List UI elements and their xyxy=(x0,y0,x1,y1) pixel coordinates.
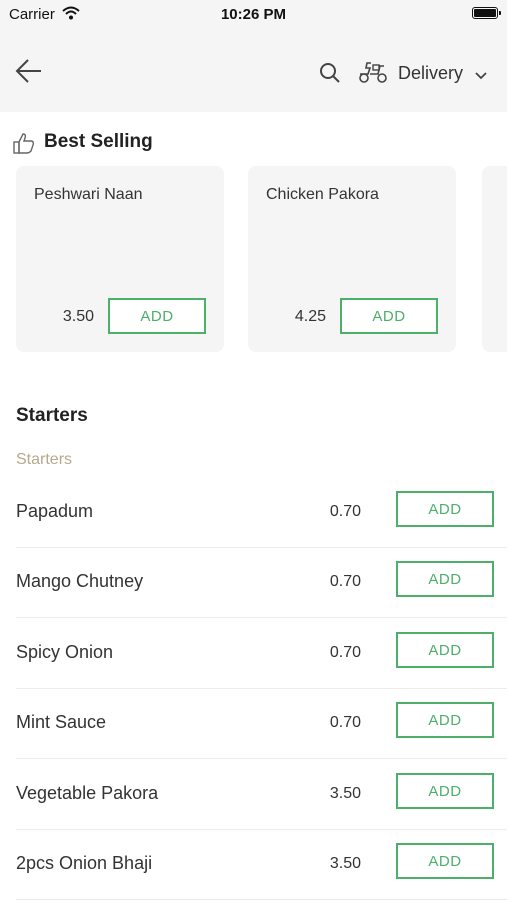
add-button[interactable]: ADD xyxy=(340,298,438,334)
menu-item-name: 2pcs Onion Bhaji xyxy=(16,853,153,873)
menu-item-price: 0.70 xyxy=(329,644,361,661)
menu-item-name: Vegetable Pakora xyxy=(16,783,159,803)
product-card[interactable]: Chicken Pakora 4.25 ADD xyxy=(248,166,456,352)
add-button[interactable]: ADD xyxy=(396,843,494,879)
product-card[interactable]: Peshwari Naan 3.50 ADD xyxy=(16,166,224,352)
top-nav-bar: Delivery xyxy=(0,30,507,112)
product-price: 4.25 xyxy=(294,308,326,325)
menu-item-name: Spicy Onion xyxy=(16,642,114,662)
search-icon[interactable] xyxy=(319,62,341,84)
product-price: 3.50 xyxy=(62,308,94,325)
battery-icon xyxy=(472,7,501,19)
menu-item-row: Vegetable Pakora 3.50 ADD xyxy=(16,760,507,830)
add-button[interactable]: ADD xyxy=(396,702,494,738)
add-button[interactable]: ADD xyxy=(396,491,494,527)
row-divider xyxy=(16,617,507,618)
menu-item-row: Spicy Onion 0.70 ADD xyxy=(16,619,507,689)
menu-item-price: 0.70 xyxy=(329,573,361,590)
menu-item-name: Mint Sauce xyxy=(16,712,107,732)
product-name: Peshwari Naan xyxy=(34,186,143,203)
product-card-peek[interactable] xyxy=(482,166,507,352)
clock-label: 10:26 PM xyxy=(220,6,287,23)
best-selling-title: Best Selling xyxy=(44,131,153,152)
menu-item-price: 3.50 xyxy=(329,855,361,872)
menu-item-row: Mango Chutney 0.70 ADD xyxy=(16,548,507,618)
status-bar: Carrier 10:26 PM xyxy=(0,0,507,30)
delivery-mode-label[interactable]: Delivery xyxy=(398,63,463,84)
menu-item-price: 0.70 xyxy=(329,503,361,520)
menu-item-row: Papadum 0.70 ADD xyxy=(16,478,507,548)
menu-item-row: 2pcs Onion Bhaji 3.50 ADD xyxy=(16,830,507,900)
menu-item-row: Mint Sauce 0.70 ADD xyxy=(16,689,507,759)
category-label: Starters xyxy=(16,451,73,468)
row-divider xyxy=(16,758,507,759)
section-title: Starters xyxy=(16,405,88,426)
menu-item-name: Papadum xyxy=(16,501,94,521)
menu-item-price: 3.50 xyxy=(329,785,361,802)
add-button[interactable]: ADD xyxy=(396,773,494,809)
delivery-scooter-icon[interactable] xyxy=(358,60,388,84)
back-arrow-icon[interactable] xyxy=(14,57,44,85)
thumbs-up-icon xyxy=(13,132,35,154)
menu-item-name: Mango Chutney xyxy=(16,571,144,591)
add-button[interactable]: ADD xyxy=(108,298,206,334)
chevron-down-icon[interactable] xyxy=(475,68,487,80)
menu-item-price: 0.70 xyxy=(329,714,361,731)
add-button[interactable]: ADD xyxy=(396,632,494,668)
product-name: Chicken Pakora xyxy=(266,186,379,203)
add-button[interactable]: ADD xyxy=(396,561,494,597)
